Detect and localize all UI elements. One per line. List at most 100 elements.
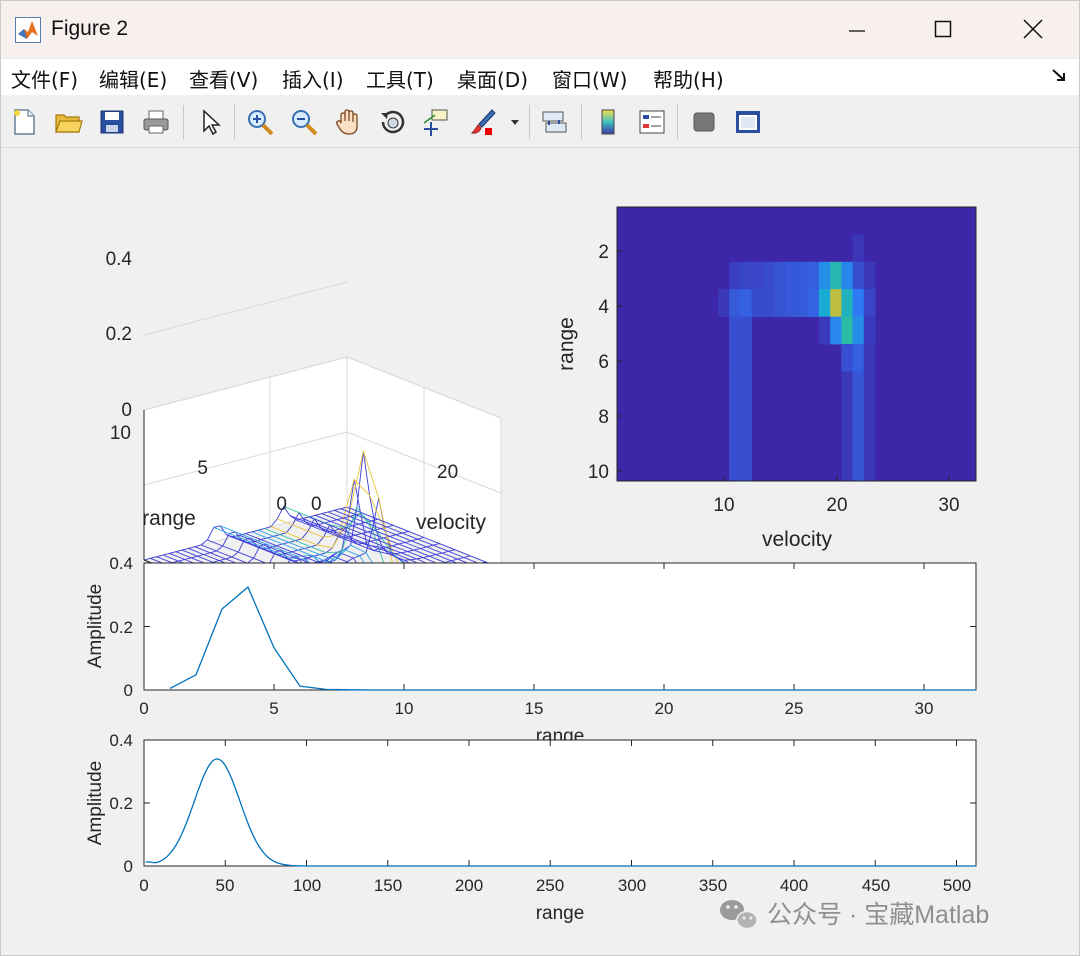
rotate-3d-button[interactable]: [375, 105, 409, 139]
data-cursor-button[interactable]: [419, 105, 453, 139]
close-button[interactable]: [1003, 7, 1063, 51]
line1-x-tick: 20: [655, 699, 674, 718]
surface-y-label: range: [142, 507, 196, 530]
insert-colorbar-button[interactable]: [591, 105, 625, 139]
line2-x-label: range: [536, 903, 585, 924]
heatmap-x-tick: 10: [713, 495, 734, 516]
line2-x-tick: 350: [699, 876, 727, 895]
legend-icon: [639, 110, 665, 134]
heatmap-cell: [762, 289, 775, 317]
heatmap-cell: [740, 426, 752, 454]
heatmap-cell: [863, 344, 876, 372]
chevron-down-icon: [511, 120, 519, 125]
heatmap-cell: [729, 371, 741, 400]
heatmap-cell: [863, 289, 876, 317]
toolbar-separator: [529, 105, 530, 139]
heatmap-cell: [841, 453, 853, 481]
line2-x-tick: 300: [618, 876, 646, 895]
line2-y-tick: 0.2: [109, 794, 133, 813]
heatmap-cell: [740, 289, 752, 317]
matlab-logo-icon: [15, 17, 41, 43]
insert-legend-button[interactable]: [635, 105, 669, 139]
print-button[interactable]: [139, 105, 173, 139]
brush-button[interactable]: [465, 105, 499, 139]
heatmap-cell: [729, 289, 741, 317]
line-plot-2[interactable]: 0.4 0.2 0 0 50 100 150 200 250 300 350 4…: [85, 731, 977, 924]
heatmap-cell: [841, 316, 853, 345]
new-figure-button[interactable]: [7, 105, 41, 139]
line2-x-tick: 200: [455, 876, 483, 895]
menu-file[interactable]: 文件(F): [11, 64, 78, 93]
line1-y-tick: 0: [124, 681, 133, 700]
heatmap-cell: [863, 398, 876, 427]
maximize-button[interactable]: [913, 7, 973, 51]
line1-axes-box: [143, 562, 977, 691]
line2-x-tick: 250: [536, 876, 564, 895]
line1-x-tick: 30: [915, 699, 934, 718]
menu-view[interactable]: 查看(V): [189, 64, 258, 93]
heatmap-y-tick: 4: [598, 297, 609, 318]
heatmap-cell: [841, 426, 853, 454]
surface-x-tick: 0: [311, 494, 322, 515]
figure-canvas[interactable]: 0.4 0.2 0 10 5 0 0 20 range velocity 2 4…: [1, 148, 1079, 955]
heatmap-cell: [751, 261, 764, 290]
zoom-in-icon: [248, 110, 274, 136]
line2-x-tick: 100: [293, 876, 321, 895]
pan-button[interactable]: [331, 105, 365, 139]
surface-y-tick: 5: [197, 458, 208, 479]
wechat-logo-icon: [720, 900, 758, 930]
heatmap-cell: [841, 289, 853, 317]
menu-desktop[interactable]: 桌面(D): [457, 64, 528, 93]
heatmap-cell: [852, 344, 865, 372]
heatmap-cell: [852, 426, 865, 454]
heatmap-cell: [774, 261, 786, 290]
heatmap-cell: [785, 261, 797, 290]
figure-window: Figure 2 文件(F) 编辑(E) 查看(V) 插入(I) 工具(T) 桌…: [0, 0, 1080, 956]
heatmap-cell: [740, 398, 752, 427]
figure-plots: 0.4 0.2 0 10 5 0 0 20 range velocity 2 4…: [85, 206, 989, 930]
surface-z-tick: 0: [121, 400, 132, 421]
open-file-button[interactable]: [51, 105, 85, 139]
heatmap-cell: [863, 316, 876, 345]
line2-x-tick: 50: [216, 876, 235, 895]
line1-y-label: Amplitude: [85, 584, 106, 669]
heatmap-cell: [863, 371, 876, 400]
line2-y-label: Amplitude: [85, 761, 106, 846]
menu-insert[interactable]: 插入(I): [282, 64, 344, 93]
heatmap-cell: [841, 344, 853, 372]
save-button[interactable]: [95, 105, 129, 139]
heatmap-cell: [841, 398, 853, 427]
dock-figure-icon[interactable]: [1051, 67, 1067, 83]
surface-y-tick: 10: [110, 423, 131, 444]
heatmap-y-tick: 6: [598, 352, 609, 373]
line1-y-tick: 0.2: [109, 618, 133, 637]
line1-y-tick: 0.4: [109, 554, 133, 573]
heatmap-cell: [818, 289, 831, 317]
rotate-3d-icon: [381, 110, 405, 134]
edit-plot-button[interactable]: [193, 105, 227, 139]
show-plot-tools-icon: [736, 111, 760, 133]
line2-axes-box: [143, 739, 977, 867]
menu-edit[interactable]: 编辑(E): [99, 64, 167, 93]
hide-plot-tools-icon: [693, 112, 715, 132]
heatmap-plot[interactable]: 2 4 6 8 10 10 20 30 velocity range: [555, 206, 977, 551]
line-plot-1[interactable]: 0.4 0.2 0 0 5 10 15 20 25 30 range Ampli…: [85, 554, 977, 747]
zoom-in-button[interactable]: [243, 105, 277, 139]
zoom-out-icon: [292, 110, 318, 136]
menu-bar: 文件(F) 编辑(E) 查看(V) 插入(I) 工具(T) 桌面(D) 窗口(W…: [1, 59, 1079, 95]
link-plot-button[interactable]: [537, 105, 571, 139]
line2-y-tick: 0: [124, 857, 133, 876]
zoom-out-button[interactable]: [287, 105, 321, 139]
brush-dropdown-button[interactable]: [505, 105, 525, 139]
hide-plot-tools-button[interactable]: [687, 105, 721, 139]
heatmap-cell: [852, 398, 865, 427]
menu-window[interactable]: 窗口(W): [552, 64, 627, 93]
show-plot-tools-button[interactable]: [731, 105, 765, 139]
title-bar[interactable]: Figure 2: [1, 1, 1079, 57]
menu-tools[interactable]: 工具(T): [366, 64, 434, 93]
minimize-button[interactable]: [827, 7, 887, 51]
menu-help[interactable]: 帮助(H): [653, 64, 724, 93]
heatmap-cell: [729, 426, 741, 454]
toolbar-separator: [581, 105, 582, 139]
colorbar-icon: [601, 109, 615, 135]
